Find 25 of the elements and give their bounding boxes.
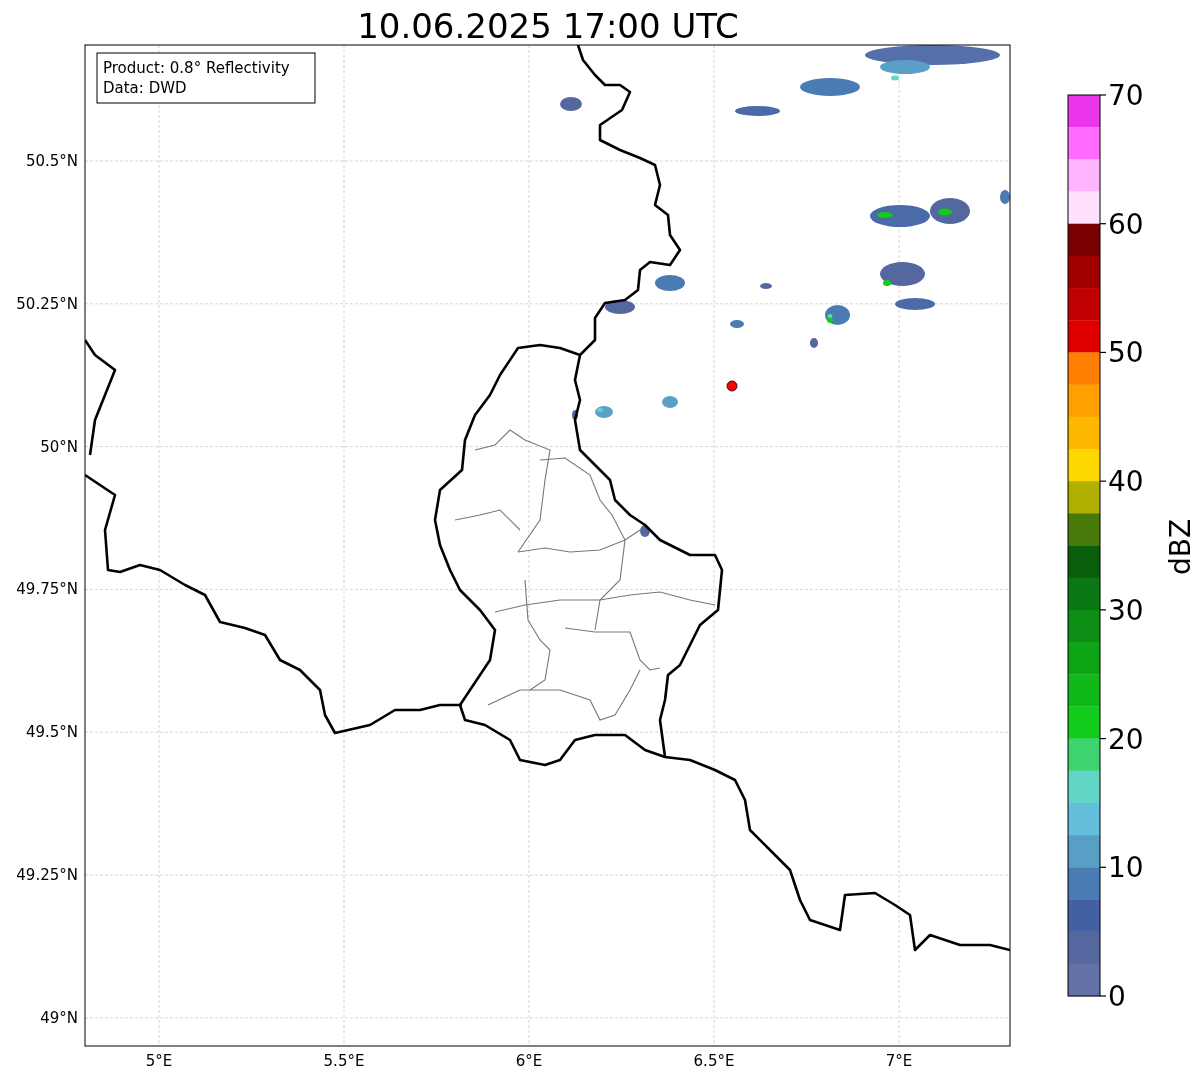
colorbar-tick-label: 60 [1108, 207, 1144, 241]
axis-tick-label: 49.75°N [16, 580, 78, 599]
info-text: Data: DWD [103, 79, 187, 97]
axis-tick-label: 49.5°N [25, 723, 78, 742]
info-text: Product: 0.8° Reflectivity [103, 59, 290, 77]
axis-tick-label: 6°E [515, 1052, 543, 1070]
colorbar-tick-label: 10 [1108, 851, 1144, 885]
axis-tick-label: 50°N [40, 437, 78, 456]
axis-tick-label: 7°E [885, 1052, 913, 1070]
colorbar-tick-label: 30 [1108, 593, 1144, 627]
axis-tick-label: 5.5°E [323, 1052, 365, 1070]
location-marker [726, 380, 738, 392]
colorbar-tick-label: 40 [1108, 465, 1144, 499]
colorbar-tick-label: 70 [1108, 79, 1144, 112]
colorbar-tick-label: 50 [1108, 336, 1144, 370]
colorbar-tick-label: 0 [1108, 980, 1126, 1013]
colorbar-label: dBZ [1164, 518, 1197, 576]
axis-tick-label: 49.25°N [16, 866, 78, 884]
axis-tick-label: 50.25°N [16, 294, 78, 313]
axis-tick-label: 5°E [145, 1052, 173, 1070]
colorbar-tick-label: 20 [1108, 722, 1144, 756]
axis-tick-label: 49°N [40, 1008, 78, 1027]
axis-tick-label: 50.5°N [25, 152, 78, 170]
chart-title: 10.06.2025 17:00 UTC [357, 6, 739, 46]
axis-tick-label: 6.5°E [693, 1052, 735, 1070]
